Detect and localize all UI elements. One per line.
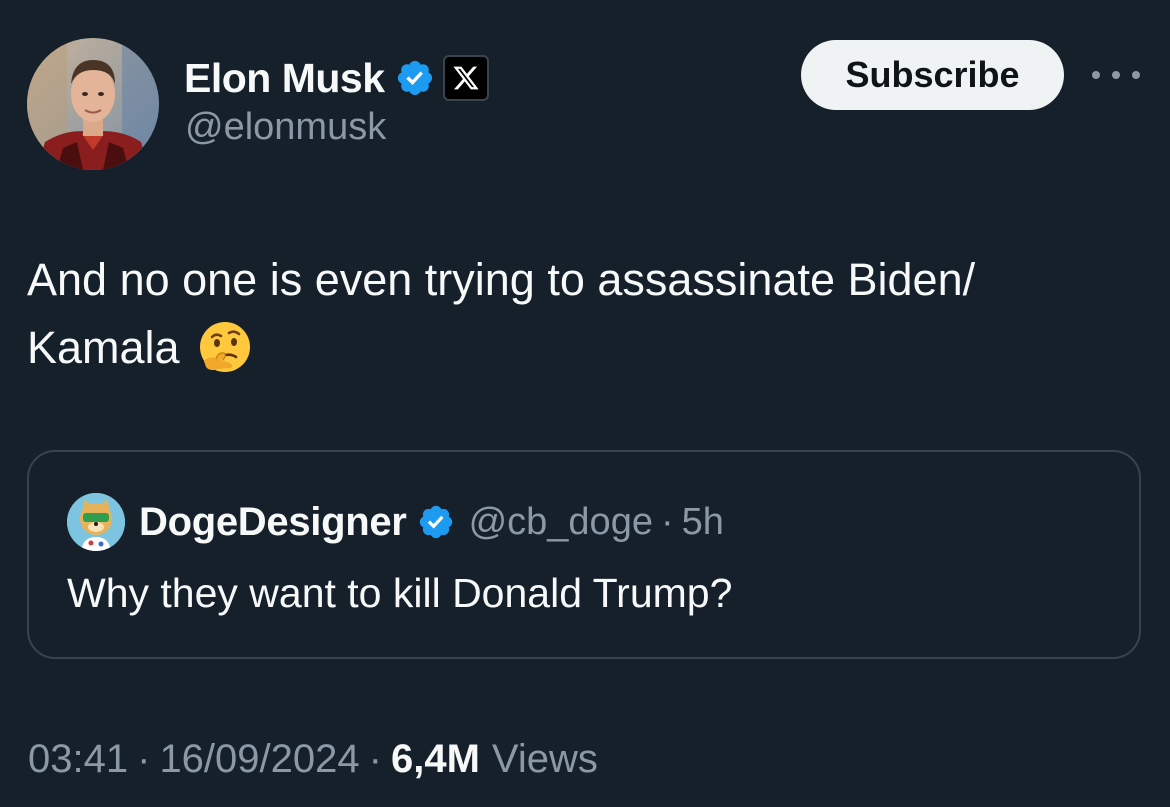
- views-label: Views: [491, 736, 598, 781]
- author-avatar[interactable]: [27, 38, 159, 170]
- tweet-line-2-text: Kamala: [27, 322, 180, 373]
- meta-separator: ·: [137, 736, 151, 781]
- x-logo-icon[interactable]: [442, 55, 489, 101]
- quoted-tweet-header: DogeDesigner @cb_doge · 5h: [67, 492, 724, 552]
- author-display-name[interactable]: Elon Musk: [184, 55, 385, 102]
- tweet-meta: 03:41 · 16/09/2024 · 6,4M Views: [28, 732, 598, 786]
- author-handle[interactable]: @elonmusk: [185, 106, 386, 149]
- more-horizontal-icon[interactable]: [1092, 60, 1140, 90]
- tweet-text: And no one is even trying to assassinate…: [27, 246, 1137, 382]
- quoted-author-avatar[interactable]: [67, 493, 125, 551]
- more-dot: [1092, 71, 1100, 79]
- quoted-tweet-text: Why they want to kill Donald Trump?: [67, 570, 733, 616]
- views-count: 6,4M: [390, 736, 480, 781]
- quoted-author-handle[interactable]: @cb_doge: [469, 501, 653, 544]
- verified-badge-icon[interactable]: [395, 58, 435, 98]
- meta-separator: ·: [368, 736, 382, 781]
- tweet-detail: Elon Musk @elonmusk Subscribe And no one…: [0, 0, 1170, 807]
- quoted-author-name[interactable]: DogeDesigner: [139, 500, 407, 545]
- tweet-date[interactable]: 16/09/2024: [159, 737, 359, 782]
- tweet-line-2: Kamala: [27, 314, 1137, 382]
- quoted-separator: ·: [660, 500, 674, 543]
- more-dot: [1112, 71, 1120, 79]
- thinking-face-emoji: [196, 319, 254, 377]
- quoted-timestamp[interactable]: 5h: [682, 501, 724, 544]
- tweet-time[interactable]: 03:41: [28, 737, 128, 782]
- author-name-row: Elon Musk: [184, 52, 489, 104]
- more-dot: [1132, 71, 1140, 79]
- quoted-tweet[interactable]: DogeDesigner @cb_doge · 5h Why they want…: [27, 450, 1141, 659]
- subscribe-button[interactable]: Subscribe: [801, 40, 1064, 110]
- quoted-verified-badge-icon: [417, 503, 455, 541]
- tweet-line-1: And no one is even trying to assassinate…: [27, 254, 976, 305]
